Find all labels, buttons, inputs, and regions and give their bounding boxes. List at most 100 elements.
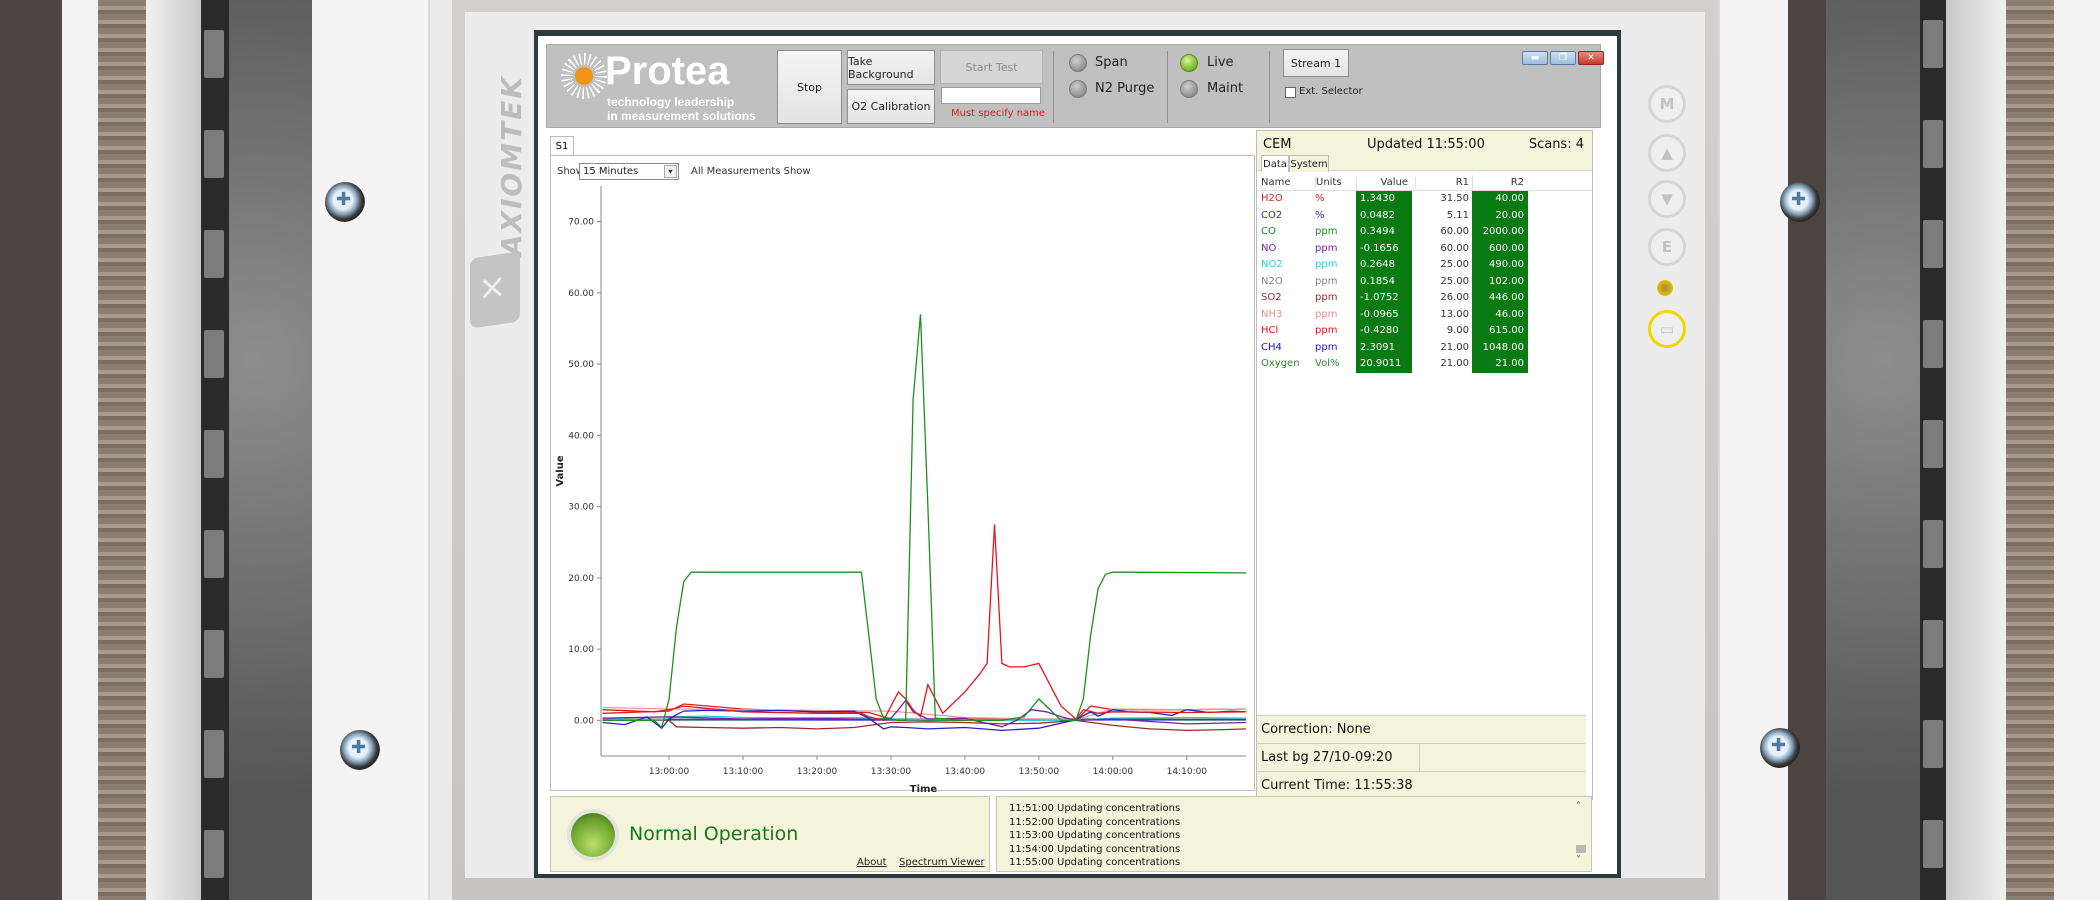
gas-range-1: 21.00 bbox=[1440, 341, 1469, 353]
gas-value: -0.1656 bbox=[1356, 240, 1412, 257]
gas-value: -0.4280 bbox=[1356, 323, 1412, 340]
gas-range-2: 46.00 bbox=[1472, 306, 1528, 323]
y-tick-label: 20.00 bbox=[568, 574, 594, 584]
screw-icon bbox=[1760, 728, 1800, 768]
monitor-menu-button[interactable]: M bbox=[1648, 85, 1686, 123]
x-tick-label: 13:00:00 bbox=[649, 767, 690, 777]
close-button[interactable]: ✕ bbox=[1578, 51, 1604, 65]
cabinet-post-left bbox=[146, 0, 201, 900]
y-tick-label: 60.00 bbox=[568, 289, 594, 299]
about-link[interactable]: About bbox=[857, 857, 887, 868]
gas-range-1: 21.00 bbox=[1440, 358, 1469, 369]
live-mode-indicator[interactable] bbox=[1180, 54, 1198, 72]
log-message: Updating concentrations bbox=[1057, 843, 1181, 855]
last-background-text: Last bg 27/10-09:20 bbox=[1261, 750, 1393, 765]
cem-updated-time: Updated 11:55:00 bbox=[1367, 137, 1485, 152]
minimize-button[interactable]: ▬ bbox=[1522, 51, 1548, 65]
cem-header: CEM Updated 11:55:00 Scans: 4 Data Syste… bbox=[1257, 131, 1592, 172]
gas-value: -1.0752 bbox=[1356, 290, 1412, 307]
tab-data[interactable]: Data bbox=[1261, 155, 1289, 172]
scroll-up-icon[interactable]: ˄ bbox=[1576, 801, 1581, 812]
monitor-down-button[interactable]: ▼ bbox=[1648, 180, 1686, 218]
table-row[interactable]: HCl ppm -0.4280 9.00 615.00 bbox=[1257, 323, 1592, 340]
maint-mode-indicator[interactable] bbox=[1180, 80, 1198, 98]
table-row[interactable]: CH4 ppm 2.3091 21.00 1048.00 bbox=[1257, 339, 1592, 356]
take-background-button[interactable]: Take Background bbox=[847, 50, 935, 85]
gas-units: ppm bbox=[1315, 275, 1338, 287]
cabinet-post-right bbox=[1946, 0, 2006, 900]
arrow-up-icon: ▲ bbox=[1661, 144, 1673, 162]
stop-button[interactable]: Stop bbox=[777, 50, 842, 124]
gas-units: ppm bbox=[1315, 226, 1338, 237]
gas-units: ppm bbox=[1315, 292, 1338, 303]
gas-range-2: 446.00 bbox=[1472, 290, 1528, 307]
y-tick-label: 50.00 bbox=[568, 360, 594, 370]
o2-calibration-button[interactable]: O2 Calibration bbox=[847, 89, 935, 124]
start-test-button[interactable]: Start Test bbox=[940, 50, 1043, 84]
cabinet-frame-right bbox=[2054, 0, 2100, 900]
gas-name: CO2 bbox=[1261, 209, 1283, 221]
gas-units: % bbox=[1315, 193, 1325, 204]
enter-icon: E bbox=[1661, 238, 1673, 256]
y-axis-title: Value bbox=[555, 455, 566, 486]
monitor-enter-button[interactable]: E bbox=[1648, 228, 1686, 266]
scroll-thumb[interactable] bbox=[1576, 845, 1586, 853]
n2-purge-mode-indicator[interactable] bbox=[1069, 80, 1087, 98]
log-entry: 11:53:00 Updating concentrations bbox=[1009, 830, 1180, 841]
table-row[interactable]: NH3 ppm -0.0965 13.00 46.00 bbox=[1257, 306, 1592, 323]
scroll-down-icon[interactable]: ˅ bbox=[1576, 855, 1581, 866]
gas-range-2: 600.00 bbox=[1472, 240, 1528, 257]
gas-name: N2O bbox=[1261, 275, 1283, 287]
y-tick-label: 30.00 bbox=[568, 503, 594, 513]
tab-system[interactable]: System bbox=[1289, 155, 1329, 172]
span-mode-indicator[interactable] bbox=[1069, 54, 1087, 72]
restore-button[interactable]: ❐ bbox=[1550, 51, 1576, 65]
log-time: 11:51:00 bbox=[1009, 803, 1054, 814]
gas-name: SO2 bbox=[1261, 292, 1282, 303]
maint-mode-label: Maint bbox=[1207, 81, 1244, 96]
gas-range-1: 26.00 bbox=[1440, 292, 1469, 303]
tab-s1[interactable]: S1 bbox=[550, 136, 574, 156]
table-row[interactable]: NO ppm -0.1656 60.00 600.00 bbox=[1257, 240, 1592, 257]
monitor-brand-logo-icon bbox=[470, 251, 520, 329]
table-row[interactable]: N2O ppm 0.1854 25.00 102.00 bbox=[1257, 273, 1592, 290]
concentration-chart: 0.00 10.00 20.00 30.00 40.00 50.00 60.00 70.00 1… bbox=[555, 186, 1246, 792]
table-row[interactable]: H2O% 1.3430 31.50 40.00 bbox=[1257, 191, 1592, 208]
stream-1-button[interactable]: Stream 1 bbox=[1283, 49, 1349, 77]
gas-range-1: 25.00 bbox=[1440, 259, 1469, 270]
operation-status-text: Normal Operation bbox=[629, 823, 799, 845]
measurement-table: Name Units Value R1 R2 H2O% 1.3430 31.50 40… bbox=[1257, 175, 1592, 373]
test-name-input[interactable] bbox=[941, 87, 1041, 104]
x-tick-label: 14:10:00 bbox=[1167, 767, 1208, 777]
ext-selector-checkbox[interactable] bbox=[1285, 87, 1296, 98]
gas-range-2: 615.00 bbox=[1472, 323, 1528, 340]
cem-title: CEM bbox=[1263, 137, 1292, 152]
table-row[interactable]: Oxygen Vol% 20.9011 21.00 21.00 bbox=[1257, 356, 1592, 373]
table-row[interactable]: CO ppm 0.3494 60.00 2000.00 bbox=[1257, 224, 1592, 241]
monitor-power-button[interactable]: ▭ bbox=[1648, 310, 1686, 348]
y-tick-label: 40.00 bbox=[568, 431, 594, 441]
table-header: Name Units Value R1 R2 bbox=[1257, 175, 1592, 192]
gas-name: CH4 bbox=[1261, 341, 1282, 353]
col-units: Units bbox=[1315, 177, 1342, 188]
table-row[interactable]: CO2% 0.0482 5.11 20.00 bbox=[1257, 207, 1592, 224]
table-row[interactable]: NO2 ppm 0.2648 25.00 490.00 bbox=[1257, 257, 1592, 274]
spectrum-viewer-link[interactable]: Spectrum Viewer bbox=[899, 857, 985, 868]
gas-name: HCl bbox=[1261, 325, 1279, 336]
log-message: Updating concentrations bbox=[1057, 857, 1181, 868]
log-scrollbar[interactable]: ˄ ˅ bbox=[1575, 801, 1587, 867]
x-tick-label: 13:50:00 bbox=[1019, 767, 1060, 777]
gas-units: ppm bbox=[1315, 242, 1338, 254]
log-time: 11:55:00 bbox=[1009, 857, 1054, 868]
gas-range-1: 31.50 bbox=[1440, 193, 1469, 204]
log-message: Updating concentrations bbox=[1057, 816, 1181, 828]
gas-range-2: 20.00 bbox=[1472, 207, 1528, 224]
gas-name: CO bbox=[1261, 226, 1276, 237]
gas-value: 0.2648 bbox=[1356, 257, 1412, 274]
restore-icon: ❐ bbox=[1558, 53, 1568, 63]
monitor-up-button[interactable]: ▲ bbox=[1648, 134, 1686, 172]
table-row[interactable]: SO2 ppm -1.0752 26.00 446.00 bbox=[1257, 290, 1592, 307]
test-name-warning: Must specify name bbox=[951, 108, 1046, 119]
log-time: 11:52:00 bbox=[1009, 816, 1054, 828]
event-log[interactable]: ˄ ˅ 11:51:00 Updating concentrations 11:52… bbox=[996, 796, 1592, 872]
